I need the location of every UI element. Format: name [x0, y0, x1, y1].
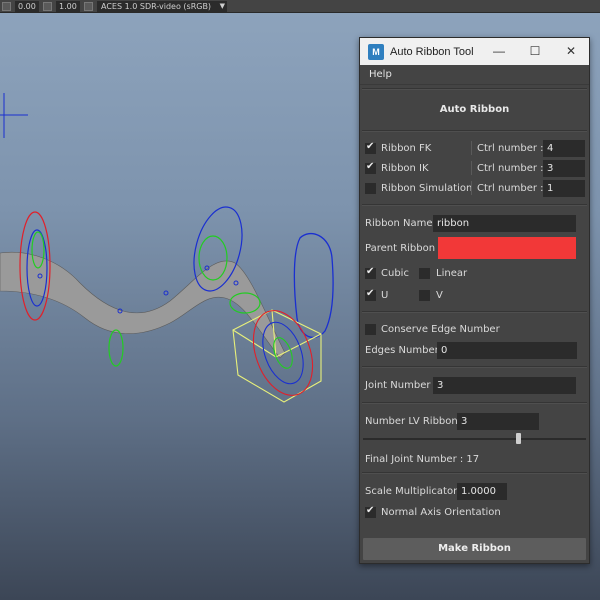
ribbon-name-field[interactable]: ribbon [433, 214, 576, 232]
v-label: V [436, 289, 443, 301]
direction-row: U V [360, 284, 589, 306]
gamma-field[interactable]: 1.00 [56, 0, 80, 12]
scale-row: Scale Multiplicator : 1.0000 [360, 480, 589, 502]
color-management-icon[interactable] [84, 1, 93, 11]
exposure-icon[interactable] [2, 1, 11, 11]
ribbon-sim-ctrl-field[interactable]: 1 [543, 179, 585, 197]
viewport-toolbar: 0.00 1.00 ACES 1.0 SDR-video (sRGB) ▼ [0, 0, 600, 13]
joint-number-label: Joint Number : [365, 379, 438, 391]
lv-ribbon-label: Number LV Ribbon : [365, 415, 465, 427]
window-title: Auto Ribbon Tool [390, 45, 474, 58]
chevron-down-icon: ▼ [219, 1, 225, 10]
linear-checkbox[interactable] [419, 267, 430, 279]
ribbon-sim-label: Ribbon Simulation [381, 182, 473, 194]
gamma-icon[interactable] [43, 1, 52, 11]
normal-axis-label: Normal Axis Orientation [381, 506, 501, 518]
lv-ribbon-field[interactable]: 3 [457, 412, 539, 430]
joint-number-field[interactable]: 3 [433, 376, 576, 394]
conserve-edge-label: Conserve Edge Number [381, 323, 500, 335]
edges-number-label: Edges Number : [365, 344, 446, 356]
ribbon-ik-label: Ribbon IK [381, 162, 429, 174]
divider [471, 161, 472, 175]
u-checkbox[interactable] [365, 288, 376, 301]
divider [471, 181, 472, 195]
curve-type-row: Cubic Linear [360, 262, 589, 284]
divider [471, 141, 472, 155]
minimize-button[interactable]: — [481, 38, 517, 65]
slider-handle[interactable] [516, 433, 521, 444]
ribbon-ik-ctrl-label: Ctrl number : [477, 162, 544, 174]
ribbon-ik-checkbox[interactable] [365, 161, 376, 174]
ribbon-fk-row: Ribbon FK Ctrl number : 4 [360, 138, 589, 158]
maya-app-icon: M [368, 43, 384, 60]
conserve-edge-checkbox[interactable] [365, 323, 376, 335]
divider [362, 88, 587, 90]
ribbon-name-row: Ribbon Name : ribbon [360, 212, 589, 234]
edges-number-row: Edges Number : 0 [360, 339, 589, 361]
end-control-blue[interactable] [293, 233, 334, 339]
make-ribbon-button[interactable]: Make Ribbon [363, 538, 586, 560]
lv-ribbon-slider[interactable] [363, 432, 586, 446]
locator-icon[interactable] [0, 93, 28, 138]
color-space-label: ACES 1.0 SDR-video (sRGB) [101, 1, 212, 11]
final-joint-row: Final Joint Number : 17 [360, 446, 589, 472]
ribbon-fk-checkbox[interactable] [365, 141, 376, 154]
u-label: U [381, 289, 389, 301]
normal-axis-checkbox[interactable] [365, 505, 376, 518]
menu-help[interactable]: Help [369, 69, 392, 80]
ribbon-ik-row: Ribbon IK Ctrl number : 3 [360, 158, 589, 178]
color-space-dropdown[interactable]: ACES 1.0 SDR-video (sRGB) ▼ [97, 0, 227, 12]
cubic-checkbox[interactable] [365, 266, 376, 279]
joint-number-row: Joint Number : 3 [360, 374, 589, 396]
scale-label: Scale Multiplicator : [365, 485, 464, 497]
ribbon-sim-row: Ribbon Simulation Ctrl number : 1 [360, 178, 589, 198]
ribbon-name-label: Ribbon Name : [365, 217, 440, 229]
ribbon-fk-label: Ribbon FK [381, 142, 432, 154]
window-titlebar[interactable]: M Auto Ribbon Tool — ☐ ✕ [360, 38, 589, 65]
ribbon-fk-ctrl-label: Ctrl number : [477, 142, 544, 154]
scene-view[interactable] [0, 13, 360, 600]
close-button[interactable]: ✕ [553, 38, 589, 65]
ribbon-sim-checkbox[interactable] [365, 182, 376, 194]
ribbon-sim-ctrl-label: Ctrl number : [477, 182, 544, 194]
auto-ribbon-tool-window: M Auto Ribbon Tool — ☐ ✕ Help Auto Ribbo… [359, 37, 590, 564]
linear-label: Linear [436, 267, 468, 279]
maximize-button[interactable]: ☐ [517, 38, 553, 65]
conserve-edge-row: Conserve Edge Number [360, 319, 589, 339]
edges-number-field[interactable]: 0 [437, 341, 577, 359]
cubic-label: Cubic [381, 267, 409, 279]
lv-ribbon-row: Number LV Ribbon : 3 [360, 410, 589, 432]
exposure-field[interactable]: 0.00 [15, 0, 39, 12]
scale-field[interactable]: 1.0000 [457, 482, 507, 500]
final-joint-label: Final Joint Number : 17 [365, 453, 480, 465]
normal-axis-row: Normal Axis Orientation [360, 502, 589, 522]
menu-bar: Help [360, 65, 589, 85]
slider-track [363, 438, 586, 440]
ribbon-ik-ctrl-field[interactable]: 3 [543, 159, 585, 177]
ribbon-surface[interactable] [0, 251, 286, 359]
parent-ribbon-label: Parent Ribbon : [365, 242, 442, 254]
parent-ribbon-color-swatch[interactable] [438, 237, 576, 259]
parent-ribbon-row: Parent Ribbon : [360, 234, 589, 262]
section-header: Auto Ribbon [439, 104, 510, 115]
ribbon-fk-ctrl-field[interactable]: 4 [543, 139, 585, 157]
v-checkbox[interactable] [419, 289, 430, 301]
fk-control-green-2[interactable] [108, 329, 124, 367]
